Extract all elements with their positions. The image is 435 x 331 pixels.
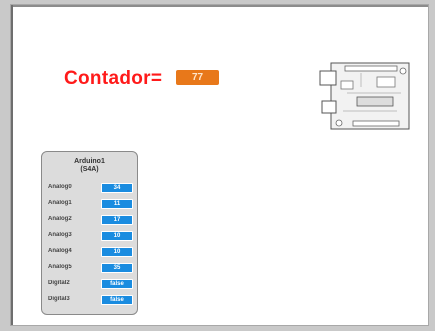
pin-label: Digital3 <box>48 296 70 302</box>
pin-value: false <box>101 279 133 289</box>
panel-title-line1: Arduino1 <box>74 158 105 165</box>
pin-row-analog5: Analog5 35 <box>48 263 136 274</box>
stage-top-border <box>11 5 428 7</box>
panel-title: Arduino1 (S4A) <box>42 158 137 174</box>
arduino-sensor-panel[interactable]: Arduino1 (S4A) Analog0 34 Analog1 11 Ana… <box>41 151 138 315</box>
pin-value: 34 <box>101 183 133 193</box>
counter-value[interactable]: 77 <box>176 70 219 85</box>
stage-left-border <box>11 5 13 325</box>
pin-value: 10 <box>101 247 133 257</box>
pin-row-digital2: Digital2 false <box>48 279 136 290</box>
pin-label: Analog2 <box>48 216 72 222</box>
pin-label: Digital2 <box>48 280 70 286</box>
pin-label: Analog4 <box>48 248 72 254</box>
pin-label: Analog3 <box>48 232 72 238</box>
counter-label: Contador= <box>64 68 163 89</box>
pin-label: Analog5 <box>48 264 72 270</box>
pin-value: 11 <box>101 199 133 209</box>
pin-value: 10 <box>101 231 133 241</box>
panel-title-line2: (S4A) <box>80 166 99 173</box>
pin-label: Analog1 <box>48 200 72 206</box>
pin-row-analog0: Analog0 34 <box>48 183 136 194</box>
pin-row-analog2: Analog2 17 <box>48 215 136 226</box>
pin-row-analog3: Analog3 10 <box>48 231 136 242</box>
pin-value: 35 <box>101 263 133 273</box>
pin-label: Analog0 <box>48 184 72 190</box>
arduino-board-icon[interactable] <box>317 57 417 137</box>
pin-row-digital3: Digital3 false <box>48 295 136 306</box>
pin-value: false <box>101 295 133 305</box>
pin-value: 17 <box>101 215 133 225</box>
stage-canvas[interactable]: Contador= 77 Arduino1 (S4A) Analog0 34 A… <box>10 4 429 326</box>
pin-row-analog4: Analog4 10 <box>48 247 136 258</box>
pin-row-analog1: Analog1 11 <box>48 199 136 210</box>
